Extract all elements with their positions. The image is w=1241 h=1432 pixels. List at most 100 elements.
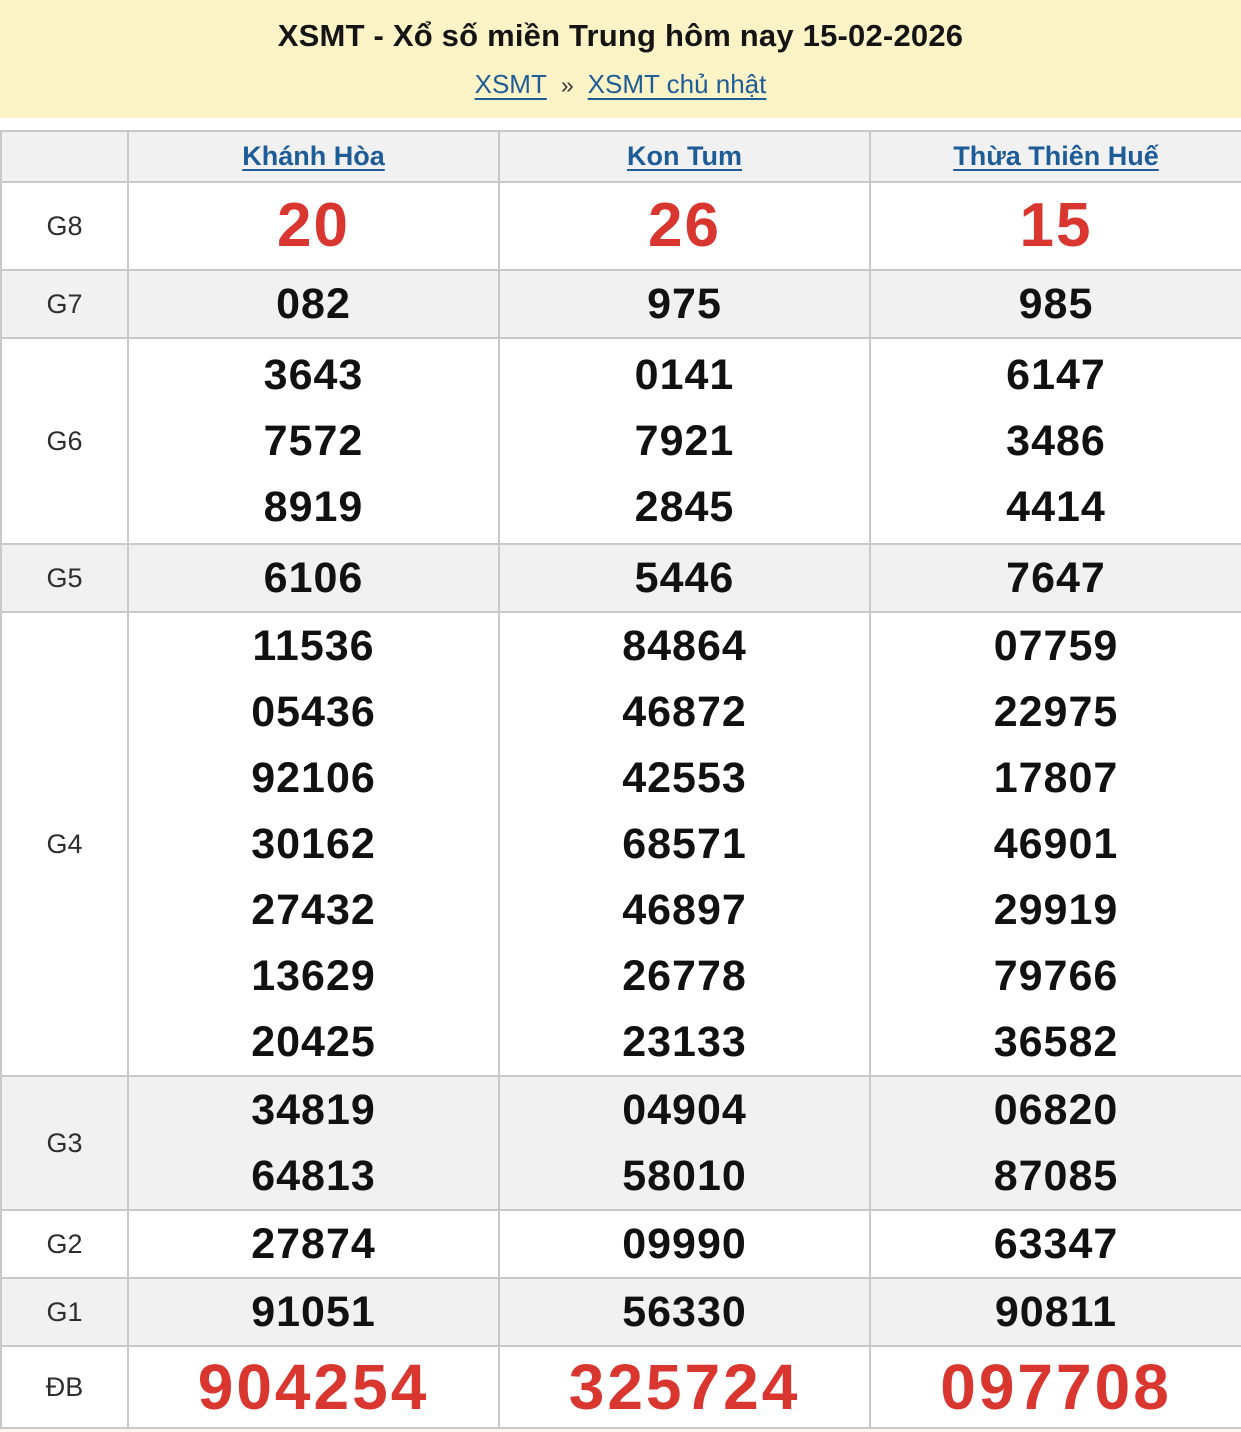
prize-row-g1: G1910515633090811 [1, 1278, 1241, 1346]
prize-label-g5: G5 [1, 544, 128, 612]
prize-label-g6: G6 [1, 338, 128, 544]
prize-number: 68571 [500, 811, 869, 877]
breadcrumb-link-xsmt-chu-nhat[interactable]: XSMT chủ nhật [588, 69, 767, 100]
prize-number: 3643 [129, 342, 498, 408]
breadcrumb-separator-icon: » [561, 72, 574, 99]
province-header-thua-thien-hue: Thừa Thiên Huế [870, 131, 1241, 182]
prize-cell-g1-thua-thien-hue: 90811 [870, 1278, 1241, 1346]
prize-cell-g3-kon-tum: 0490458010 [499, 1076, 870, 1210]
page-title: XSMT - Xổ số miền Trung hôm nay 15-02-20… [278, 18, 963, 54]
prize-label-g2: G2 [1, 1210, 128, 1278]
prize-number: 29919 [871, 877, 1241, 943]
prize-number: 6106 [129, 545, 498, 611]
prize-cell-g5-kon-tum: 5446 [499, 544, 870, 612]
prize-cell-g7-khanh-hoa: 082 [128, 270, 499, 338]
prize-number: 90811 [871, 1279, 1241, 1345]
prize-label-db: ĐB [1, 1346, 128, 1428]
prize-row-g2: G2278740999063347 [1, 1210, 1241, 1278]
prize-number: 7921 [500, 408, 869, 474]
prize-number: 06820 [871, 1077, 1241, 1143]
province-link-thua-thien-hue[interactable]: Thừa Thiên Huế [953, 141, 1159, 171]
prize-number: 15 [871, 184, 1241, 268]
prize-number: 07759 [871, 613, 1241, 679]
breadcrumb: XSMT » XSMT chủ nhật [475, 69, 767, 100]
prize-label-g4: G4 [1, 612, 128, 1076]
prize-label-g8: G8 [1, 182, 128, 270]
prize-number: 46872 [500, 679, 869, 745]
prize-cell-g7-thua-thien-hue: 985 [870, 270, 1241, 338]
prize-number: 26778 [500, 943, 869, 1009]
prize-number: 87085 [871, 1143, 1241, 1209]
prize-column-header [1, 131, 128, 182]
province-link-khanh-hoa[interactable]: Khánh Hòa [242, 141, 385, 171]
prize-number: 63347 [871, 1211, 1241, 1277]
prize-number: 26 [500, 184, 869, 268]
breadcrumb-link-xsmt[interactable]: XSMT [475, 69, 547, 100]
prize-number: 20425 [129, 1009, 498, 1075]
prize-row-g4: G411536054369210630162274321362920425848… [1, 612, 1241, 1076]
prize-row-g3: G3348196481304904580100682087085 [1, 1076, 1241, 1210]
prize-number: 46901 [871, 811, 1241, 877]
prize-number: 7572 [129, 408, 498, 474]
prize-cell-g7-kon-tum: 975 [499, 270, 870, 338]
prize-number: 30162 [129, 811, 498, 877]
prize-number: 23133 [500, 1009, 869, 1075]
prize-number: 975 [500, 271, 869, 337]
prize-number: 36582 [871, 1009, 1241, 1075]
prize-row-g7: G7082975985 [1, 270, 1241, 338]
prize-number: 27874 [129, 1211, 498, 1277]
prize-number: 8919 [129, 474, 498, 540]
banner-table-gap [0, 118, 1241, 130]
prize-cell-g1-khanh-hoa: 91051 [128, 1278, 499, 1346]
prize-number: 27432 [129, 877, 498, 943]
prize-cell-db-thua-thien-hue: 097708 [870, 1346, 1241, 1428]
prize-cell-g6-kon-tum: 014179212845 [499, 338, 870, 544]
province-link-kon-tum[interactable]: Kon Tum [627, 141, 742, 171]
prize-number: 7647 [871, 545, 1241, 611]
prize-number: 79766 [871, 943, 1241, 1009]
prize-label-g7: G7 [1, 270, 128, 338]
prize-cell-g2-kon-tum: 09990 [499, 1210, 870, 1278]
prize-cell-g8-kon-tum: 26 [499, 182, 870, 270]
prize-number: 11536 [129, 613, 498, 679]
prize-cell-g3-khanh-hoa: 3481964813 [128, 1076, 499, 1210]
prize-number: 42553 [500, 745, 869, 811]
prize-number: 64813 [129, 1143, 498, 1209]
prize-number: 20 [129, 184, 498, 268]
prize-number: 04904 [500, 1077, 869, 1143]
province-header-row: Khánh Hòa Kon Tum Thừa Thiên Huế [1, 131, 1241, 182]
prize-cell-g2-thua-thien-hue: 63347 [870, 1210, 1241, 1278]
prize-number: 985 [871, 271, 1241, 337]
prize-number: 17807 [871, 745, 1241, 811]
prize-cell-g8-khanh-hoa: 20 [128, 182, 499, 270]
prize-number: 84864 [500, 613, 869, 679]
prize-row-g5: G5610654467647 [1, 544, 1241, 612]
prize-number: 5446 [500, 545, 869, 611]
prize-number: 6147 [871, 342, 1241, 408]
prize-cell-g6-thua-thien-hue: 614734864414 [870, 338, 1241, 544]
prize-number: 3486 [871, 408, 1241, 474]
prize-number: 13629 [129, 943, 498, 1009]
prize-number: 46897 [500, 877, 869, 943]
prize-cell-g4-kon-tum: 84864468724255368571468972677823133 [499, 612, 870, 1076]
prize-cell-g5-thua-thien-hue: 7647 [870, 544, 1241, 612]
prize-number: 22975 [871, 679, 1241, 745]
prize-number: 05436 [129, 679, 498, 745]
prize-number: 56330 [500, 1279, 869, 1345]
prize-cell-db-kon-tum: 325724 [499, 1346, 870, 1428]
prize-number: 097708 [871, 1348, 1241, 1426]
prize-number: 4414 [871, 474, 1241, 540]
prize-number: 0141 [500, 342, 869, 408]
prize-number: 904254 [129, 1348, 498, 1426]
prize-cell-g5-khanh-hoa: 6106 [128, 544, 499, 612]
prize-cell-g6-khanh-hoa: 364375728919 [128, 338, 499, 544]
prize-cell-g3-thua-thien-hue: 0682087085 [870, 1076, 1241, 1210]
prize-number: 2845 [500, 474, 869, 540]
lottery-results-table: Khánh Hòa Kon Tum Thừa Thiên Huế G820261… [0, 130, 1241, 1429]
prize-row-g8: G8202615 [1, 182, 1241, 270]
prize-label-g1: G1 [1, 1278, 128, 1346]
prize-cell-g1-kon-tum: 56330 [499, 1278, 870, 1346]
prize-number: 34819 [129, 1077, 498, 1143]
province-header-kon-tum: Kon Tum [499, 131, 870, 182]
prize-cell-g2-khanh-hoa: 27874 [128, 1210, 499, 1278]
